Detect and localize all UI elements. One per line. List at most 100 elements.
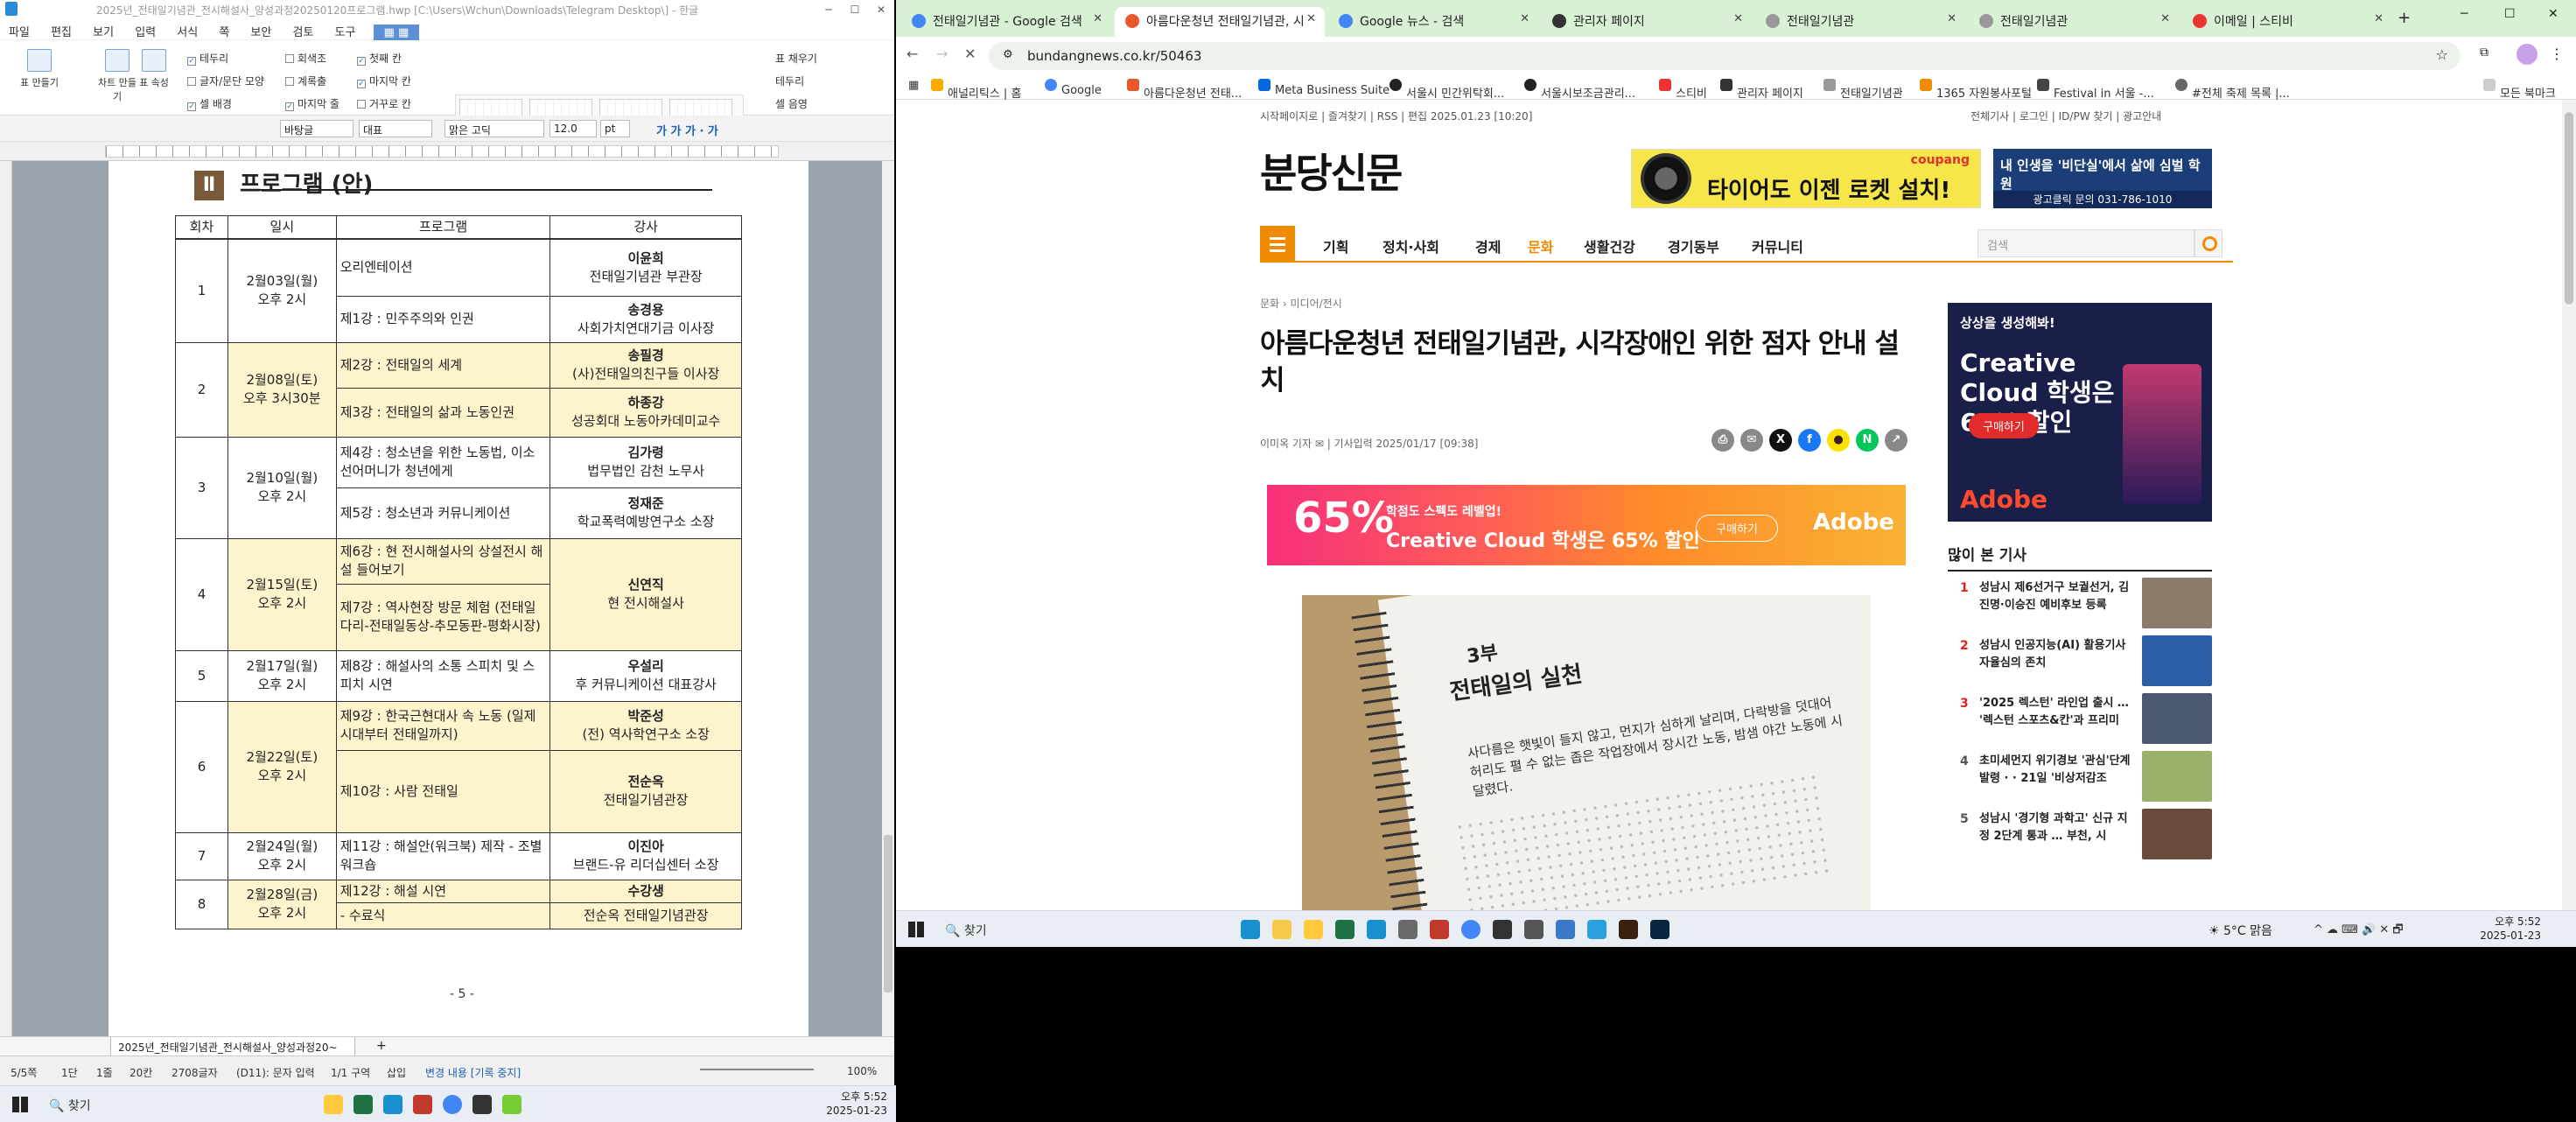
site-search-input[interactable]: 검색 (1978, 229, 2194, 257)
profile-avatar[interactable] (2516, 44, 2538, 65)
bookmark-item[interactable]: 애널리틱스 | 홈 (931, 79, 1021, 101)
close-tab-icon[interactable]: ✕ (2374, 12, 2384, 25)
chart-create-button[interactable]: 차트 만들기 (98, 49, 136, 103)
zoom-slider[interactable] (700, 1069, 814, 1070)
taskbar-clock-left[interactable]: 오후 5:52 2025-01-23 (826, 1090, 887, 1118)
nav-item[interactable]: 경제 (1475, 235, 1501, 256)
illustrator-icon[interactable] (1619, 920, 1638, 939)
menu-file[interactable]: 파일 (0, 19, 38, 43)
menu-table-tab[interactable]: ▦ ▦ (373, 25, 420, 41)
app-icon[interactable] (1493, 920, 1512, 939)
calculator-icon[interactable] (1398, 920, 1418, 939)
chrome-icon[interactable] (1461, 920, 1480, 939)
folder-icon[interactable] (1304, 920, 1323, 939)
bookmark-item[interactable]: 서울시보조금관리... (1524, 79, 1635, 101)
breadcrumb[interactable]: 문화 › 미디어/전시 (1260, 296, 1342, 311)
print-icon[interactable]: ⎙ (1712, 429, 1734, 452)
address-bar[interactable]: ⚙ bundangnews.co.kr/50463 ☆ (989, 42, 2460, 70)
app-icon[interactable] (472, 1095, 492, 1114)
minimize-icon[interactable]: ─ (816, 0, 842, 19)
academy-ad[interactable]: 내 인생을 '비단실'에서 삶에 심벌 학원 광고클릭 문의 031-786-1… (1993, 149, 2212, 208)
browser-tab[interactable]: 이메일 | 스티비 ✕ (2182, 7, 2392, 37)
unit-select[interactable]: pt (600, 120, 630, 137)
check-charpara[interactable]: 글자/문단 모양 (187, 74, 264, 88)
menu-icon[interactable]: ⋮ (2550, 46, 2564, 62)
x-share-icon[interactable]: X (1769, 429, 1792, 452)
check-reverse[interactable]: 거꾸로 칸 (357, 96, 411, 111)
email-icon[interactable]: ✉ (1740, 429, 1763, 452)
bold-italic-underline-icons[interactable]: 가 가 가 · 가 (656, 122, 718, 138)
adobe-side-ad[interactable]: 상상을 생성해봐! Creative Cloud 학생은 65% 할인 구매하기… (1948, 303, 2212, 522)
close-tab-icon[interactable]: ✕ (1520, 12, 1530, 25)
extensions-icon[interactable]: ⧉ (2480, 46, 2488, 60)
table-props-button[interactable]: 표 속성 (138, 49, 170, 89)
browser-tab[interactable]: 전태일기념관 ✕ (1755, 7, 1965, 37)
bookmark-item[interactable]: Festival in 서울 -... (2037, 79, 2154, 101)
app-icon[interactable] (1241, 920, 1260, 939)
hwp-icon[interactable] (1367, 920, 1386, 939)
border-button[interactable]: 테두리 (775, 74, 804, 88)
check-border[interactable]: ✓ 테두리 (187, 51, 228, 66)
close-tab-icon[interactable]: ✕ (1306, 12, 1316, 25)
taskbar-search[interactable]: 🔍 찾기 (945, 922, 987, 939)
browser-tab-active[interactable]: 아름다운청년 전태일기념관, 시 ✕ (1115, 7, 1325, 37)
weather-widget[interactable]: ☀ 5°C 맑음 (2208, 922, 2272, 939)
browser-tab[interactable]: 전태일기념관 - Google 검색 ✕ (901, 7, 1111, 37)
style-select[interactable]: 바탕글 (280, 120, 354, 137)
bookmark-item[interactable]: Google (1045, 79, 1102, 97)
menu-page[interactable]: 쪽 (210, 19, 238, 43)
list-item[interactable]: 4 초미세먼지 위기경보 '관심'단계 발령 · · 21일 '비상저감조 (1948, 751, 2212, 807)
check-level[interactable]: 계록출 (285, 74, 326, 88)
acrobat-icon[interactable] (1430, 920, 1449, 939)
menu-format[interactable]: 서식 (168, 19, 206, 43)
check-lastcol[interactable]: ✓ 마지막 칸 (357, 74, 411, 88)
bookmark-item[interactable]: 서울시 민간위탁회... (1390, 79, 1504, 101)
menu-insert[interactable]: 입력 (126, 19, 164, 43)
taskbar-search[interactable]: 🔍 찾기 (49, 1097, 91, 1114)
forward-icon[interactable]: → (936, 46, 948, 62)
excel-icon[interactable] (1335, 920, 1354, 939)
document-tab[interactable]: 2025년_전태일기념관_전시해설사_양성과정20~ (110, 1037, 355, 1056)
menu-tools[interactable]: 도구 (326, 19, 365, 43)
list-item[interactable]: 5 성남시 '경기형 과학고' 신규 지정 2단계 통과 … 부천, 시 (1948, 809, 2212, 865)
menu-edit[interactable]: 편집 (42, 19, 80, 43)
table-create-button[interactable]: 표 만들기 (18, 49, 61, 89)
bookmark-item[interactable]: 스티비 (1659, 79, 1707, 101)
nav-item[interactable]: 커뮤니티 (1752, 235, 1803, 256)
hamburger-menu-icon[interactable] (1260, 226, 1295, 263)
bookmark-item[interactable]: 관리자 페이지 (1720, 79, 1803, 101)
browser-tab[interactable]: Google 뉴스 - 검색 ✕ (1328, 7, 1538, 37)
schedule-table[interactable]: 회차 일시 프로그램 강사 1 2월03일(월) 오후 2시 오리엔테이션 이윤희… (175, 215, 742, 929)
bookmark-item[interactable]: 1365 자원봉사포털 (1920, 79, 2032, 101)
nav-item[interactable]: 정치·사회 (1382, 235, 1439, 256)
lang-select[interactable]: 대표 (359, 120, 432, 137)
new-tab-icon[interactable]: + (2398, 9, 2411, 27)
folder-icon[interactable] (324, 1095, 343, 1114)
acrobat-icon[interactable] (413, 1095, 432, 1114)
page-scrollbar[interactable] (2562, 100, 2576, 910)
app-icon[interactable] (1556, 920, 1575, 939)
menu-view[interactable]: 보기 (84, 19, 122, 43)
tray-icons[interactable]: ^ ☁ ⌨ 🔊 ✕ 🗗 (2314, 922, 2404, 941)
font-select[interactable]: 맑은 고딕 (444, 120, 544, 137)
site-info-icon[interactable]: ⚙ (1003, 48, 1013, 61)
close-tab-icon[interactable]: ✕ (1733, 12, 1743, 25)
check-firstcol[interactable]: ✓ 첫째 칸 (357, 51, 402, 66)
nav-item[interactable]: 생활건강 (1584, 235, 1635, 256)
check-gray[interactable]: 회색조 (285, 51, 326, 66)
check-cellbg[interactable]: ✓ 셀 배경 (187, 96, 232, 111)
telegram-icon[interactable] (1587, 920, 1606, 939)
facebook-icon[interactable]: f (1798, 429, 1821, 452)
bookmark-item[interactable]: Meta Business Suite (1258, 79, 1390, 97)
back-icon[interactable]: ← (906, 46, 918, 62)
list-item[interactable]: 2 성남시 인공지능(AI) 활용기사 자율심의 존치 (1948, 635, 2212, 691)
bookmark-item[interactable]: #전체 축제 목록 |... (2175, 79, 2290, 101)
font-size-input[interactable]: 12.0 (550, 120, 597, 137)
close-icon[interactable]: ✕ (868, 0, 894, 19)
buy-button[interactable]: 구매하기 (1696, 515, 1778, 542)
bookmark-star-icon[interactable]: ☆ (2436, 46, 2448, 63)
nav-item-active[interactable]: 문화 (1528, 235, 1553, 256)
coupang-ad[interactable]: coupang 타이어도 이젠 로켓 설치! (1631, 149, 1981, 208)
document-scrollbar[interactable] (882, 161, 894, 1036)
windows-start-icon[interactable] (12, 1097, 28, 1112)
